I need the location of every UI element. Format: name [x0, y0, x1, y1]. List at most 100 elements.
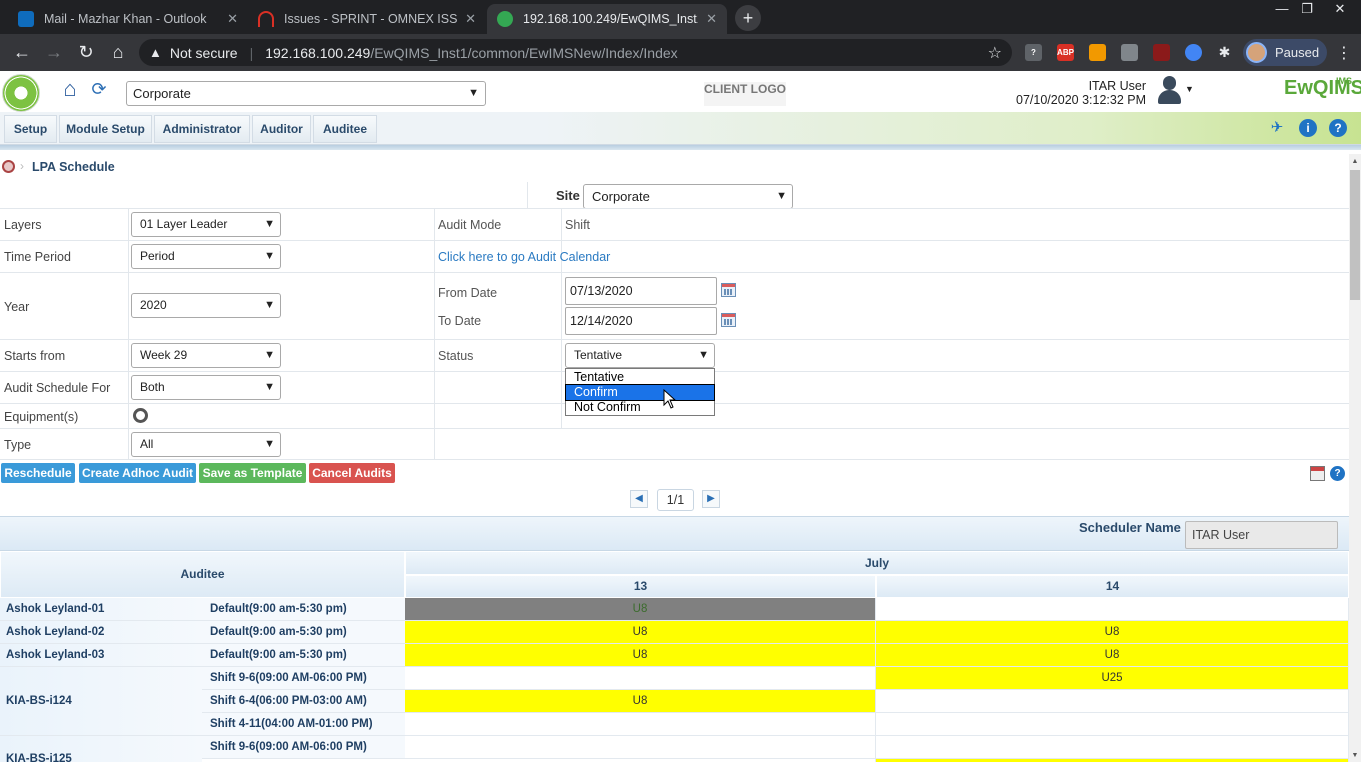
browser-tab-active[interactable]: 192.168.100.249/EwQIMS_Inst1/c ✕ [487, 4, 727, 34]
year-select[interactable]: 2020 ▼ [131, 293, 281, 318]
help-icon[interactable]: ? [1330, 466, 1345, 481]
close-icon[interactable]: ✕ [227, 11, 238, 27]
extension-icon[interactable] [1185, 44, 1202, 61]
reschedule-button[interactable]: Reschedule [1, 463, 75, 483]
puzzle-icon[interactable]: ✱ [1216, 44, 1233, 61]
status-select[interactable]: Tentative ▼ [565, 343, 715, 368]
globe-icon [497, 11, 513, 27]
client-logo: CLIENT LOGO [704, 82, 786, 106]
screen: Mail - Mazhar Khan - Outlook ✕ Issues - … [0, 0, 1361, 762]
site-select[interactable]: Corporate ▼ [583, 184, 793, 209]
pin-icon[interactable]: ✈ [1268, 119, 1286, 137]
browser-tab-outlook[interactable]: Mail - Mazhar Khan - Outlook ✕ [8, 4, 248, 34]
scroll-down-icon[interactable]: ▼ [1350, 750, 1360, 762]
from-date-input[interactable]: 07/13/2020 [565, 277, 717, 305]
tab-title: Mail - Mazhar Khan - Outlook [44, 12, 207, 26]
user-name: ITAR User [1088, 79, 1146, 93]
refresh-icon[interactable]: ⟳ [88, 78, 110, 100]
chevron-down-icon: ▼ [776, 190, 787, 202]
user-avatar-icon[interactable] [1156, 76, 1182, 106]
tab-title: 192.168.100.249/EwQIMS_Inst1/c [523, 12, 699, 26]
layers-select[interactable]: 01 Layer Leader ▼ [131, 212, 281, 237]
chevron-down-icon: ▼ [468, 87, 479, 99]
brand-sup: IMS [1336, 76, 1353, 86]
divider [434, 208, 435, 460]
schedule-cell[interactable]: U8 [876, 644, 1349, 667]
extension-icon[interactable] [1089, 44, 1106, 61]
gear-icon[interactable] [133, 408, 148, 423]
menu-module-setup[interactable]: Module Setup [59, 115, 152, 143]
address-bar[interactable]: ▲ Not secure | 192.168.100.249/EwQIMS_In… [139, 39, 1012, 66]
status-dropdown-list: Tentative Confirm Not Confirm [565, 368, 715, 416]
calendar-icon[interactable] [721, 283, 736, 297]
time-period-select[interactable]: Period ▼ [131, 244, 281, 269]
restore-icon[interactable]: ❐ [1292, 0, 1322, 18]
site-select-value: Corporate [133, 86, 191, 101]
divider [527, 182, 528, 208]
close-icon[interactable]: ✕ [465, 11, 476, 27]
chevron-down-icon: ▼ [698, 349, 709, 361]
schedule-cell[interactable]: U8 [405, 621, 876, 644]
app-logo[interactable] [2, 74, 40, 112]
menu-auditor[interactable]: Auditor [252, 115, 311, 143]
browser-tab-issues[interactable]: Issues - SPRINT - OMNEX ISSUE ✕ [248, 4, 486, 34]
pdf-extension-icon[interactable] [1153, 44, 1170, 61]
forward-icon[interactable]: → [42, 40, 66, 64]
to-date-input[interactable]: 12/14/2020 [565, 307, 717, 335]
calendar-icon[interactable] [721, 313, 736, 327]
extension-icon[interactable] [1121, 44, 1138, 61]
calendar-view-icon[interactable] [1310, 466, 1325, 481]
schedule-form: Site Corporate ▼ Layers 01 Layer Leader … [0, 182, 1349, 462]
next-page-icon[interactable]: ▶ [702, 490, 720, 508]
new-tab-button[interactable]: + [735, 5, 761, 31]
schedule-for-select[interactable]: Both ▼ [131, 375, 281, 400]
create-adhoc-audit-button[interactable]: Create Adhoc Audit [79, 463, 196, 483]
status-option-tentative[interactable]: Tentative [566, 370, 714, 385]
menu-administrator[interactable]: Administrator [154, 115, 250, 143]
schedule-cell[interactable]: U8 [405, 598, 876, 621]
type-select[interactable]: All ▼ [131, 432, 281, 457]
schedule-cell[interactable] [876, 598, 1349, 621]
profile-button[interactable]: Paused [1243, 39, 1327, 66]
reload-icon[interactable]: ↻ [74, 40, 98, 64]
schedule-cell[interactable]: U8 [405, 690, 876, 713]
schedule-cell[interactable]: U8 [876, 621, 1349, 644]
info-icon[interactable]: i [1299, 119, 1317, 137]
schedule-cell[interactable]: U8 [405, 644, 876, 667]
status-option-not-confirm[interactable]: Not Confirm [566, 400, 714, 415]
schedule-cell[interactable] [405, 713, 876, 736]
schedule-cell[interactable] [876, 713, 1349, 736]
auditee-cell: Ashok Leyland-01 [0, 598, 202, 621]
scheduler-name-input[interactable]: ITAR User [1185, 521, 1338, 549]
scroll-up-icon[interactable]: ▲ [1350, 156, 1360, 168]
menu-auditee[interactable]: Auditee [313, 115, 377, 143]
starts-from-select[interactable]: Week 29 ▼ [131, 343, 281, 368]
schedule-cell[interactable] [876, 736, 1349, 759]
audit-mode-value: Shift [565, 218, 591, 232]
schedule-cell[interactable] [876, 690, 1349, 713]
home-browser-icon[interactable]: ⌂ [106, 40, 130, 64]
schedule-cell[interactable] [405, 736, 876, 759]
page-indicator: 1/1 [657, 489, 694, 511]
scrollbar-thumb[interactable] [1350, 170, 1360, 300]
close-icon[interactable]: ✕ [706, 11, 717, 27]
adblock-icon[interactable]: ABP [1057, 44, 1074, 61]
cancel-audits-button[interactable]: Cancel Audits [309, 463, 395, 483]
menu-kebab-icon[interactable]: ⋮ [1336, 43, 1352, 63]
audit-calendar-link[interactable]: Click here to go Audit Calendar [438, 250, 610, 264]
save-as-template-button[interactable]: Save as Template [199, 463, 306, 483]
extension-icon[interactable]: ? [1025, 44, 1042, 61]
home-icon[interactable]: ⌂ [58, 77, 82, 101]
back-icon[interactable]: ← [10, 40, 34, 64]
site-select-top[interactable]: Corporate ▼ [126, 81, 486, 106]
bookmark-star-icon[interactable]: ☆ [988, 43, 1002, 63]
caret-down-icon[interactable]: ▼ [1185, 84, 1194, 94]
prev-page-icon[interactable]: ◀ [630, 490, 648, 508]
help-icon[interactable]: ? [1329, 119, 1347, 137]
close-window-icon[interactable]: ✕ [1325, 0, 1355, 18]
schedule-cell[interactable] [405, 667, 876, 690]
schedule-cell[interactable]: U25 [876, 667, 1349, 690]
status-option-confirm[interactable]: Confirm [565, 384, 715, 401]
menu-setup[interactable]: Setup [4, 115, 57, 143]
divider [561, 208, 562, 428]
